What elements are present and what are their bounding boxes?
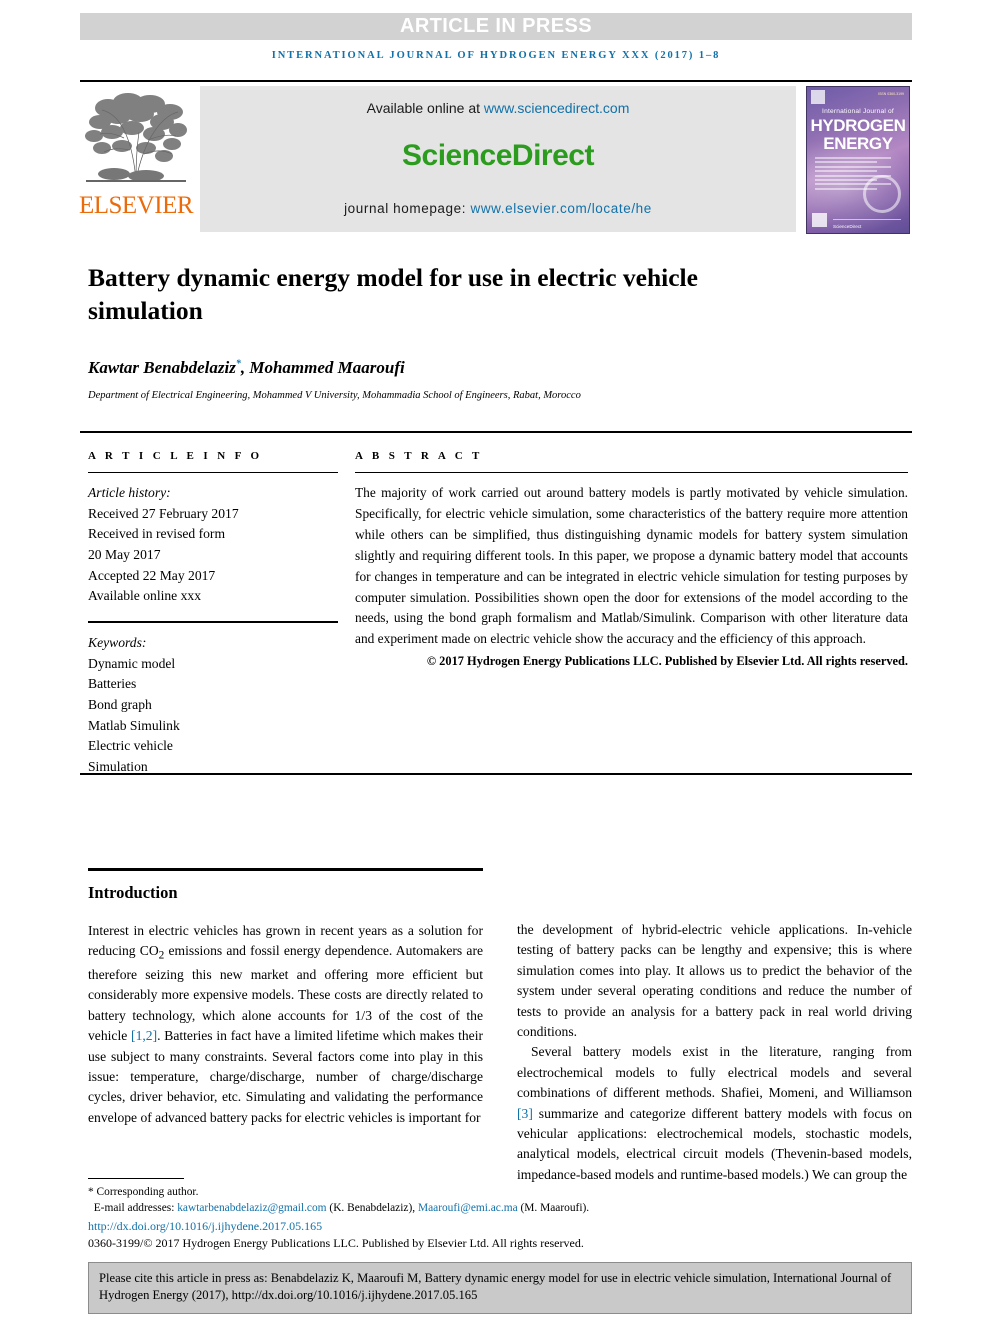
abstract-rule: [355, 472, 908, 473]
masthead: ELSEVIER Available online at www.science…: [78, 80, 912, 238]
journal-homepage-prefix: journal homepage:: [344, 201, 471, 216]
email-link-maaroufi[interactable]: Maaroufi@emi.ac.ma: [418, 1202, 518, 1214]
cover-title-energy: ENERGY: [823, 134, 893, 153]
sciencedirect-wordmark[interactable]: ScienceDirect: [402, 139, 594, 173]
column-top-spacer: [517, 868, 912, 920]
journal-homepage-link[interactable]: www.elsevier.com/locate/he: [470, 201, 651, 216]
journal-running-head: INTERNATIONAL JOURNAL OF HYDROGEN ENERGY…: [271, 50, 721, 61]
keyword-item: Bond graph: [88, 696, 152, 712]
body-column-right: the development of hybrid-electric vehic…: [517, 868, 912, 1185]
keyword-item: Batteries: [88, 676, 137, 692]
citation-ref-3[interactable]: [3]: [517, 1106, 533, 1121]
abstract-column: A B S T R A C T The majority of work car…: [355, 450, 908, 669]
article-history-item: 20 May 2017: [88, 546, 161, 562]
email-label: E-mail addresses:: [93, 1202, 178, 1215]
citation-box: Please cite this article in press as: Be…: [88, 1262, 912, 1314]
article-history-item: Received in revised form: [88, 526, 226, 542]
article-info-column: A R T I C L E I N F O Article history: R…: [88, 450, 338, 778]
email-2-name: (M. Maaroufi).: [517, 1202, 590, 1215]
paragraph: Several battery models exist in the lite…: [517, 1042, 912, 1185]
keywords-block: Keywords: Dynamic model Batteries Bond g…: [88, 633, 338, 778]
article-history-item: Available online xxx: [88, 588, 201, 604]
article-in-press-label: ARTICLE IN PRESS: [400, 15, 592, 37]
cover-footer-rule: [833, 219, 901, 220]
abstract-copyright: © 2017 Hydrogen Energy Publications LLC.…: [426, 654, 908, 669]
cover-publisher-mark-icon: [811, 90, 825, 104]
abstract-text: The majority of work carried out around …: [355, 485, 908, 647]
available-online-prefix: Available online at: [366, 100, 484, 116]
paragraph: Interest in electric vehicles has grown …: [88, 921, 483, 1128]
issn-copyright-line: 0360-3199/© 2017 Hydrogen Energy Publica…: [88, 1236, 584, 1251]
right-text-a: Several battery models exist in the lite…: [517, 1044, 912, 1101]
keyword-item: Electric vehicle: [88, 738, 173, 754]
author-affiliation: Department of Electrical Engineering, Mo…: [88, 390, 581, 401]
available-online-line: Available online at www.sciencedirect.co…: [367, 100, 630, 116]
elsevier-tree-icon: [85, 93, 187, 182]
citation-text: Please cite this article in press as: Be…: [99, 1271, 892, 1303]
journal-cover-block: ISSN 0360-3199 International Journal of …: [804, 82, 912, 238]
body-column-left: Introduction Interest in electric vehicl…: [88, 868, 483, 1185]
cover-title-hydrogen: HYDROGEN: [810, 116, 906, 135]
author-list: Kawtar Benabdelaziz*, Mohammed Maaroufi: [88, 358, 848, 378]
doi-link[interactable]: http://dx.doi.org/10.1016/j.ijhydene.201…: [88, 1219, 912, 1234]
email-1-name: (K. Benabdelaziz),: [326, 1202, 418, 1215]
info-abstract-top-rule: [80, 431, 912, 433]
article-history-block: Article history: Received 27 February 20…: [88, 483, 338, 607]
cover-journal-prefix: International Journal of: [822, 108, 894, 115]
cover-footer-word: ScienceDirect: [833, 224, 862, 229]
journal-homepage-line: journal homepage: www.elsevier.com/locat…: [344, 201, 652, 216]
journal-cover-thumbnail[interactable]: ISSN 0360-3199 International Journal of …: [806, 86, 910, 234]
page-title: Battery dynamic energy model for use in …: [88, 263, 698, 325]
footnote-rule: [88, 1178, 184, 1179]
email-link-benabdelaziz[interactable]: kawtarbenabdelaziz@gmail.com: [177, 1202, 326, 1214]
paragraph: the development of hybrid-electric vehic…: [517, 922, 912, 1039]
article-history-label: Article history:: [88, 485, 171, 500]
author-first: Kawtar Benabdelaziz: [88, 358, 236, 377]
keywords-rule: [88, 620, 338, 623]
article-in-press-banner: ARTICLE IN PRESS: [80, 13, 912, 40]
keyword-item: Dynamic model: [88, 655, 176, 671]
abstract-heading: A B S T R A C T: [355, 450, 483, 462]
author-rest: , Mohammed Maaroufi: [240, 358, 405, 377]
body-columns: Introduction Interest in electric vehicl…: [88, 868, 912, 1185]
introduction-paragraph-left: Interest in electric vehicles has grown …: [88, 921, 483, 1128]
page-footnote: * Corresponding author. E-mail addresses…: [88, 1178, 912, 1251]
article-page: ARTICLE IN PRESS INTERNATIONAL JOURNAL O…: [0, 0, 992, 1323]
sciencedirect-banner: Available online at www.sciencedirect.co…: [200, 86, 796, 232]
corresponding-author-note: * Corresponding author.: [88, 1186, 199, 1198]
elsevier-wordmark: ELSEVIER: [78, 192, 194, 219]
elsevier-logo-block: ELSEVIER: [78, 82, 194, 238]
introduction-paragraphs-right: the development of hybrid-electric vehic…: [517, 920, 912, 1185]
article-history-item: Accepted 22 May 2017: [88, 567, 216, 583]
sciencedirect-url-link[interactable]: www.sciencedirect.com: [484, 100, 630, 116]
section-heading-introduction: Introduction: [88, 883, 178, 902]
keyword-item: Matlab Simulink: [88, 717, 180, 733]
introduction-rule: [88, 868, 483, 871]
info-abstract-bottom-rule: [80, 773, 912, 775]
article-info-rule: [88, 472, 338, 473]
citation-ref-1-2[interactable]: [1,2]: [131, 1028, 157, 1043]
keywords-label: Keywords:: [88, 634, 147, 650]
cover-text-lines-decoration: [815, 157, 901, 192]
cover-society-logo-icon: [812, 213, 827, 227]
article-history-item: Received 27 February 2017: [88, 505, 239, 521]
article-info-heading: A R T I C L E I N F O: [88, 450, 263, 462]
right-text-b: summarize and categorize different batte…: [517, 1105, 912, 1182]
email-addresses-line: E-mail addresses: kawtarbenabdelaziz@gma…: [88, 1200, 912, 1216]
cover-corner-note: ISSN 0360-3199: [878, 92, 904, 96]
